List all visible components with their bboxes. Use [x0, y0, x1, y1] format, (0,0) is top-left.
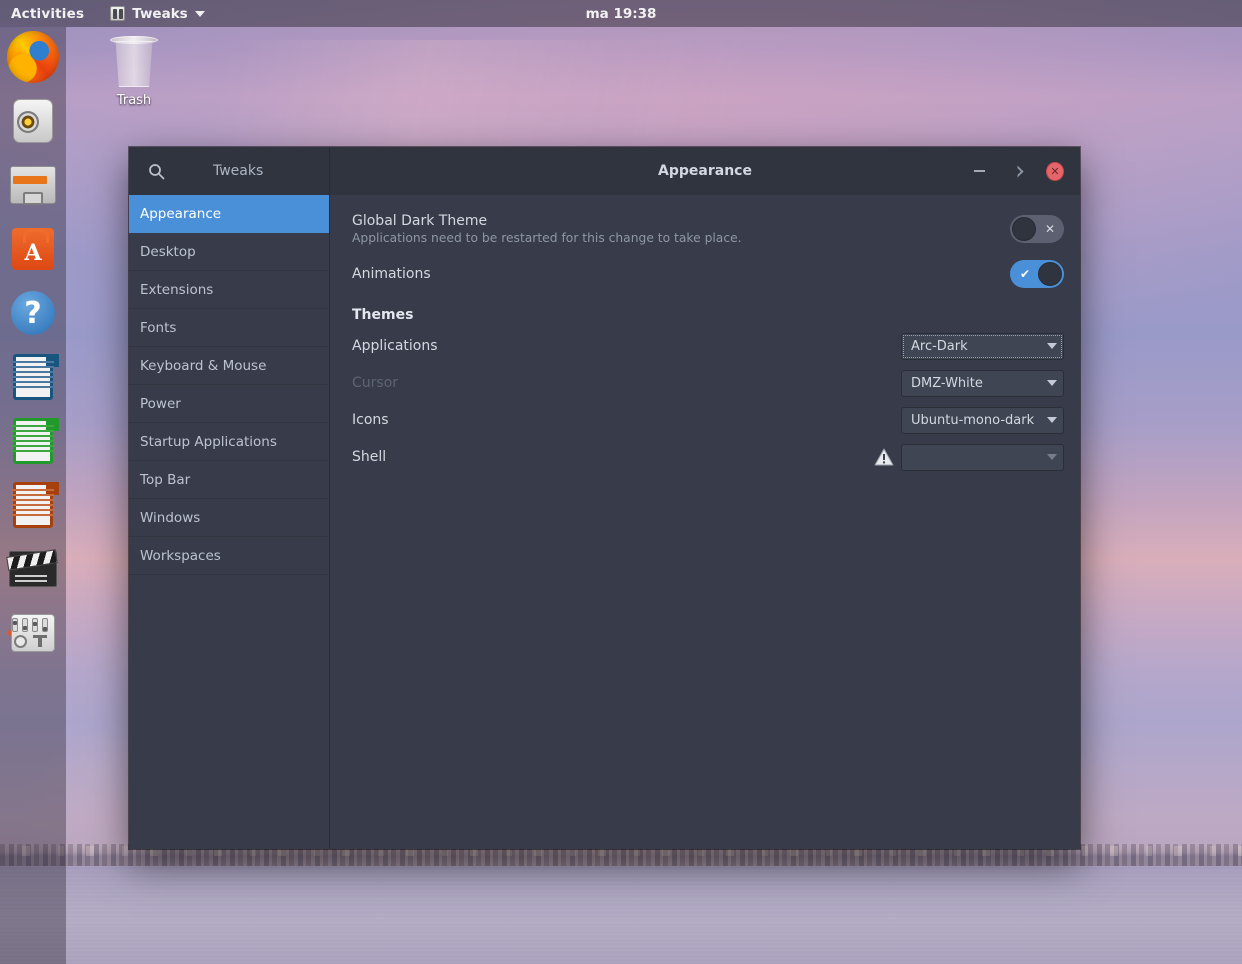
sidebar-item-fonts[interactable]: Fonts [129, 309, 329, 347]
applications-theme-label: Applications [352, 338, 438, 354]
sidebar-item-label: Desktop [140, 243, 196, 260]
minimize-icon [973, 170, 985, 172]
ubuntu-dock [0, 27, 66, 964]
question-mark-icon [7, 291, 59, 343]
sidebar-item-workspaces[interactable]: Workspaces [129, 537, 329, 575]
dock-item-videoeditor[interactable] [7, 543, 59, 595]
app-name-label: Tweaks [213, 163, 264, 179]
sidebar-item-label: Workspaces [140, 547, 221, 564]
sliders-icon [7, 614, 59, 666]
file-cabinet-icon [7, 166, 59, 218]
sidebar-item-startup-applications[interactable]: Startup Applications [129, 423, 329, 461]
settings-sidebar: Appearance Desktop Extensions Fonts Keyb… [129, 195, 330, 849]
appearance-panel: Global Dark Theme Applications need to b… [330, 195, 1080, 849]
sidebar-item-label: Power [140, 395, 181, 412]
sidebar-item-label: Extensions [140, 281, 214, 298]
cursor-theme-value: DMZ-White [911, 375, 983, 391]
global-dark-theme-toggle[interactable]: ✕ [1010, 215, 1064, 243]
desktop-icon-label: Trash [116, 93, 152, 108]
presentation-icon [7, 482, 59, 534]
setting-row-animations: Animations ✔ [352, 259, 1064, 289]
tweaks-window: Tweaks Appearance ✕ Appearance Desktop E… [129, 147, 1080, 849]
sidebar-item-label: Appearance [140, 205, 222, 222]
sidebar-item-windows[interactable]: Windows [129, 499, 329, 537]
firefox-icon [7, 31, 59, 83]
dock-item-files[interactable] [7, 159, 59, 211]
applications-theme-dropdown[interactable]: Arc-Dark [901, 332, 1064, 360]
animations-toggle[interactable]: ✔ [1010, 260, 1064, 288]
chevron-down-icon [1047, 380, 1057, 386]
titlebar-main-section: Appearance ✕ [330, 147, 1080, 195]
maximize-button[interactable] [1008, 162, 1026, 180]
icons-theme-label: Icons [352, 412, 389, 428]
icons-theme-value: Ubuntu-mono-dark [911, 412, 1035, 428]
global-dark-theme-description: Applications need to be restarted for th… [352, 231, 742, 245]
titlebar-sidebar-section: Tweaks [129, 147, 330, 195]
gnome-top-bar: Activities Tweaks ma 19:38 [0, 0, 1242, 27]
animations-label: Animations [352, 266, 431, 282]
dock-item-writer[interactable] [7, 351, 59, 403]
dock-item-rhythmbox[interactable] [7, 95, 59, 147]
sidebar-item-power[interactable]: Power [129, 385, 329, 423]
warning-icon [874, 448, 894, 466]
applications-theme-value: Arc-Dark [911, 338, 968, 354]
global-dark-theme-label: Global Dark Theme [352, 213, 488, 229]
setting-row-global-dark-theme: Global Dark Theme Applications need to b… [352, 213, 1064, 245]
toggle-knob [1038, 262, 1062, 286]
cursor-theme-dropdown[interactable]: DMZ-White [901, 369, 1064, 397]
icons-theme-dropdown[interactable]: Ubuntu-mono-dark [901, 406, 1064, 434]
document-icon [7, 354, 59, 406]
sidebar-item-desktop[interactable]: Desktop [129, 233, 329, 271]
desktop-icon-trash[interactable]: Trash [97, 36, 171, 108]
sidebar-item-appearance[interactable]: Appearance [129, 195, 329, 233]
dock-item-calc[interactable] [7, 415, 59, 467]
window-body: Appearance Desktop Extensions Fonts Keyb… [129, 195, 1080, 849]
window-titlebar[interactable]: Tweaks Appearance ✕ [129, 147, 1080, 195]
dock-item-impress[interactable] [7, 479, 59, 531]
close-icon: ✕ [1046, 161, 1064, 181]
close-button[interactable]: ✕ [1046, 161, 1064, 181]
setting-row-shell-theme: Shell [352, 442, 1064, 472]
sidebar-item-top-bar[interactable]: Top Bar [129, 461, 329, 499]
maximize-icon [1010, 164, 1024, 178]
dock-item-tweaks[interactable] [7, 607, 59, 659]
sidebar-item-label: Fonts [140, 319, 177, 336]
sidebar-item-label: Top Bar [140, 471, 191, 488]
setting-row-applications-theme: Applications Arc-Dark [352, 331, 1064, 361]
sidebar-item-keyboard-mouse[interactable]: Keyboard & Mouse [129, 347, 329, 385]
search-icon[interactable] [141, 156, 171, 186]
shell-theme-dropdown[interactable] [901, 443, 1064, 471]
sidebar-item-label: Startup Applications [140, 433, 277, 450]
page-title: Appearance [658, 163, 752, 179]
wallpaper-water [0, 866, 1242, 964]
dock-item-firefox[interactable] [7, 31, 59, 83]
sidebar-item-label: Windows [140, 509, 201, 526]
toggle-off-mark: ✕ [1044, 222, 1056, 236]
dock-item-help[interactable] [7, 287, 59, 339]
shell-theme-label: Shell [352, 449, 387, 465]
spreadsheet-icon [7, 418, 59, 470]
chevron-down-icon [1047, 417, 1057, 423]
chevron-down-icon [1047, 454, 1057, 460]
window-controls: ✕ [970, 161, 1080, 181]
clapperboard-icon [7, 551, 59, 603]
software-bag-icon [7, 228, 59, 280]
minimize-button[interactable] [970, 162, 988, 180]
clock[interactable]: ma 19:38 [0, 6, 1242, 22]
themes-section-heading: Themes [352, 307, 414, 323]
sidebar-item-extensions[interactable]: Extensions [129, 271, 329, 309]
speaker-icon [7, 99, 59, 151]
toggle-on-mark: ✔ [1019, 267, 1031, 281]
cursor-theme-label: Cursor [352, 375, 399, 391]
chevron-down-icon [1047, 343, 1057, 349]
setting-row-icons-theme: Icons Ubuntu-mono-dark [352, 405, 1064, 435]
toggle-knob [1012, 217, 1036, 241]
setting-row-cursor-theme: Cursor DMZ-White [352, 368, 1064, 398]
dock-item-software[interactable] [7, 223, 59, 275]
sidebar-item-label: Keyboard & Mouse [140, 357, 267, 374]
